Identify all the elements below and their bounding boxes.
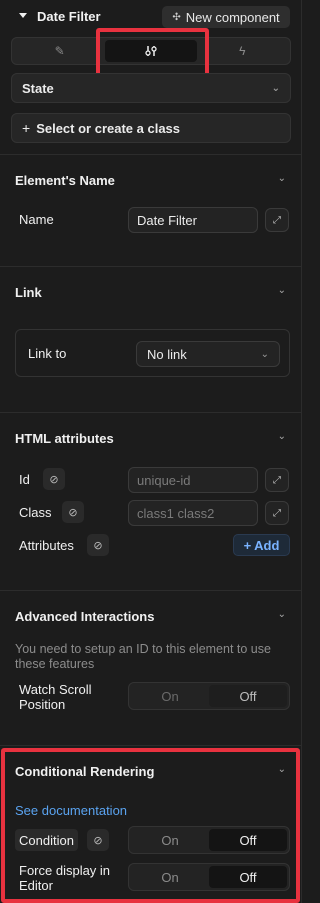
- class-select-label: Select or create a class: [36, 120, 181, 136]
- new-component-button[interactable]: ✣ New component: [162, 6, 290, 28]
- toggle-on[interactable]: On: [131, 685, 209, 707]
- element-title: Date Filter: [37, 9, 101, 24]
- pin-icon[interactable]: ⊘: [87, 829, 109, 851]
- pencil-icon: ✎: [54, 44, 65, 58]
- section-title: Conditional Rendering: [15, 764, 155, 779]
- name-label: Name: [19, 212, 54, 227]
- lightning-icon: ϟ: [239, 44, 246, 58]
- panel-header: Date Filter ✣ New component: [0, 0, 302, 34]
- id-input[interactable]: unique-id: [128, 467, 258, 493]
- expand-icon[interactable]: ⤢: [265, 208, 289, 232]
- watch-scroll-label: Watch Scroll Position: [19, 682, 92, 712]
- name-input[interactable]: Date Filter: [128, 207, 258, 233]
- watch-scroll-toggle[interactable]: On Off: [128, 682, 290, 710]
- add-attribute-button[interactable]: + Add: [233, 534, 290, 556]
- chevron-down-icon[interactable]: ⌄: [278, 431, 286, 442]
- link-to-value: No link: [147, 346, 187, 362]
- properties-panel: Date Filter ✣ New component ✎ ϟ State ⌄ …: [0, 0, 302, 903]
- tab-settings[interactable]: [105, 40, 197, 62]
- condition-toggle[interactable]: On Off: [128, 826, 290, 854]
- class-select[interactable]: + Select or create a class: [11, 113, 291, 143]
- tab-style[interactable]: ✎: [14, 40, 105, 62]
- chevron-down-icon: ⌄: [271, 82, 280, 94]
- section-title: Link: [15, 285, 42, 300]
- chevron-down-icon: ⌄: [260, 348, 269, 360]
- section-title: Advanced Interactions: [15, 609, 155, 624]
- toggle-on[interactable]: On: [131, 829, 209, 851]
- expand-icon[interactable]: ⤢: [265, 468, 289, 492]
- panel-tabs: ✎ ϟ: [11, 37, 291, 65]
- chevron-down-icon[interactable]: ⌄: [278, 173, 286, 184]
- class-input[interactable]: class1 class2: [128, 500, 258, 526]
- chevron-down-icon[interactable]: ⌄: [278, 609, 286, 620]
- link-to-select[interactable]: No link ⌄: [136, 341, 280, 367]
- state-select-label: State: [22, 80, 54, 96]
- class-label: Class: [19, 505, 52, 520]
- toggle-off[interactable]: Off: [209, 685, 287, 707]
- plus-icon: +: [243, 537, 252, 553]
- see-documentation-link[interactable]: See documentation: [15, 803, 127, 818]
- condition-label: Condition: [15, 829, 78, 851]
- pin-icon[interactable]: ⊘: [62, 501, 84, 523]
- chevron-down-icon[interactable]: ⌄: [278, 764, 286, 775]
- collapse-caret-icon[interactable]: [19, 13, 27, 18]
- link-to-label: Link to: [28, 346, 67, 361]
- sliders-icon: [145, 46, 157, 56]
- plus-icon: +: [22, 120, 31, 136]
- id-label: Id: [19, 472, 30, 487]
- section-title: HTML attributes: [15, 431, 114, 446]
- sparkle-icon: ✣: [172, 11, 181, 23]
- pin-icon[interactable]: ⊘: [87, 534, 109, 556]
- add-label: Add: [254, 537, 280, 553]
- force-display-label: Force display in Editor: [19, 863, 111, 893]
- tab-interactions[interactable]: ϟ: [197, 40, 288, 62]
- state-select[interactable]: State ⌄: [11, 73, 291, 103]
- toggle-on[interactable]: On: [131, 866, 209, 888]
- force-display-toggle[interactable]: On Off: [128, 863, 290, 891]
- section-title: Element's Name: [15, 173, 115, 188]
- attributes-label: Attributes: [19, 538, 74, 553]
- expand-icon[interactable]: ⤢: [265, 501, 289, 525]
- pin-icon[interactable]: ⊘: [43, 468, 65, 490]
- toggle-off[interactable]: Off: [209, 866, 287, 888]
- chevron-down-icon[interactable]: ⌄: [278, 285, 286, 296]
- new-component-label: New component: [185, 9, 280, 25]
- advanced-note: You need to setup an ID to this element …: [15, 642, 271, 671]
- toggle-off[interactable]: Off: [209, 829, 287, 851]
